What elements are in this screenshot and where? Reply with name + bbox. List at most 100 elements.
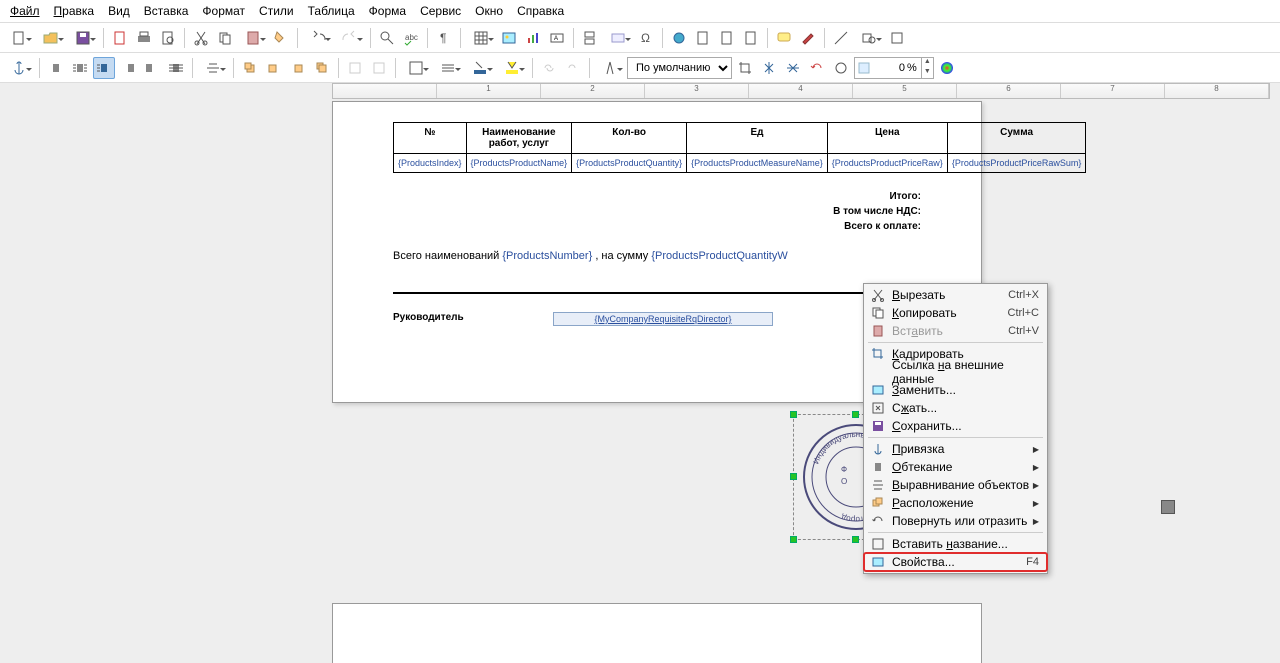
print-button[interactable]: [133, 27, 155, 49]
area-fill-button[interactable]: [497, 57, 527, 79]
context-menu-save[interactable]: Сохранить...: [864, 417, 1047, 435]
context-menu-label: Заменить...: [892, 383, 1039, 397]
wrap-none-button[interactable]: [45, 57, 67, 79]
comment-button[interactable]: [773, 27, 795, 49]
export-pdf-button[interactable]: [109, 27, 131, 49]
next-page[interactable]: [332, 603, 982, 663]
director-field[interactable]: {MyCompanyRequisiteRqDirector}: [553, 312, 773, 326]
foreground-button[interactable]: [344, 57, 366, 79]
field-button[interactable]: [603, 27, 633, 49]
track-changes-button[interactable]: [797, 27, 819, 49]
menu-table[interactable]: Таблица: [308, 4, 355, 18]
wrap-optimal-button[interactable]: [93, 57, 115, 79]
context-menu-replace[interactable]: Заменить...: [864, 381, 1047, 399]
transparency-spinner[interactable]: % ▲▼: [854, 57, 934, 79]
menu-view[interactable]: Вид: [108, 4, 130, 18]
submenu-arrow-icon: ▶: [1033, 481, 1039, 490]
context-menu-compress[interactable]: Сжать...: [864, 399, 1047, 417]
insert-table-button[interactable]: [466, 27, 496, 49]
backward-button[interactable]: [287, 57, 309, 79]
context-menu-wrap[interactable]: Обтекание▶: [864, 458, 1047, 476]
paste-button[interactable]: [238, 27, 268, 49]
redo-button[interactable]: [335, 27, 365, 49]
link-frames-button[interactable]: [538, 57, 560, 79]
bookmark-button[interactable]: [716, 27, 738, 49]
insert-image-button[interactable]: [498, 27, 520, 49]
col-qty: Кол-во: [572, 123, 687, 154]
flip-h-button[interactable]: [782, 57, 804, 79]
menu-format[interactable]: Формат: [202, 4, 245, 18]
context-menu-arrange[interactable]: Расположение▶: [864, 494, 1047, 512]
cut-button[interactable]: [190, 27, 212, 49]
context-menu-rotate[interactable]: Повернуть или отразить▶: [864, 512, 1047, 530]
cross-ref-button[interactable]: [740, 27, 762, 49]
format-paint-button[interactable]: [270, 27, 292, 49]
copy-button[interactable]: [214, 27, 236, 49]
transparency-input[interactable]: [873, 62, 907, 74]
flip-v-button[interactable]: [758, 57, 780, 79]
rotate-90-button[interactable]: [806, 57, 828, 79]
context-menu-caption[interactable]: Вставить название...: [864, 535, 1047, 553]
graphics-mode-select[interactable]: По умолчанию: [627, 57, 732, 79]
grand-label: Всего к оплате:: [393, 221, 921, 232]
rotate-button[interactable]: [830, 57, 852, 79]
align-objects-button[interactable]: [198, 57, 228, 79]
color-button[interactable]: [936, 57, 958, 79]
anchor-handle[interactable]: [1161, 500, 1175, 514]
draw-button[interactable]: [886, 27, 908, 49]
open-button[interactable]: [36, 27, 66, 49]
page-break-button[interactable]: [579, 27, 601, 49]
hyperlink-button[interactable]: [668, 27, 690, 49]
footnote-button[interactable]: [692, 27, 714, 49]
context-menu-copy[interactable]: КопироватьCtrl+C: [864, 304, 1047, 322]
print-preview-button[interactable]: [157, 27, 179, 49]
wrap-through-button[interactable]: [165, 57, 187, 79]
insert-chart-button[interactable]: [522, 27, 544, 49]
standard-toolbar: abc ¶ A Ω: [0, 23, 1280, 53]
menu-window[interactable]: Окно: [475, 4, 503, 18]
context-menu-anchor[interactable]: Привязка▶: [864, 440, 1047, 458]
save-icon: [870, 418, 886, 434]
border-style-button[interactable]: [433, 57, 463, 79]
wrap-after-button[interactable]: [141, 57, 163, 79]
svg-text:Ω: Ω: [641, 31, 650, 45]
border-button[interactable]: [401, 57, 431, 79]
wrap-before-button[interactable]: [117, 57, 139, 79]
find-button[interactable]: [376, 27, 398, 49]
crop-button[interactable]: [734, 57, 756, 79]
workspace: 12 345 678 № Наименование работ, услуг К…: [0, 83, 1280, 663]
menu-tools[interactable]: Сервис: [420, 4, 461, 18]
anchor-button[interactable]: [4, 57, 34, 79]
menu-help[interactable]: Справка: [517, 4, 564, 18]
bring-front-button[interactable]: [239, 57, 261, 79]
special-char-button[interactable]: Ω: [635, 27, 657, 49]
copy-icon: [870, 305, 886, 321]
context-menu-item[interactable]: Ссылка на внешние данные: [864, 363, 1047, 381]
unlink-frames-button[interactable]: [562, 57, 584, 79]
border-color-button[interactable]: [465, 57, 495, 79]
spellcheck-button[interactable]: abc: [400, 27, 422, 49]
shapes-button[interactable]: [854, 27, 884, 49]
background-button[interactable]: [368, 57, 390, 79]
menu-styles[interactable]: Стили: [259, 4, 294, 18]
context-menu-align[interactable]: Выравнивание объектов▶: [864, 476, 1047, 494]
save-button[interactable]: [68, 27, 98, 49]
new-doc-button[interactable]: [4, 27, 34, 49]
horizontal-ruler[interactable]: 12 345 678: [332, 83, 1270, 99]
menu-insert[interactable]: Вставка: [144, 4, 189, 18]
undo-button[interactable]: [303, 27, 333, 49]
wrap-parallel-button[interactable]: [69, 57, 91, 79]
context-menu[interactable]: ВырезатьCtrl+XКопироватьCtrl+CВставитьCt…: [863, 283, 1048, 574]
context-menu-props[interactable]: Свойства...F4: [864, 553, 1047, 571]
filter-button[interactable]: [595, 57, 625, 79]
send-back-button[interactable]: [311, 57, 333, 79]
nonprinting-button[interactable]: ¶: [433, 27, 455, 49]
insert-textbox-button[interactable]: A: [546, 27, 568, 49]
line-button[interactable]: [830, 27, 852, 49]
context-menu-cut[interactable]: ВырезатьCtrl+X: [864, 286, 1047, 304]
menu-edit[interactable]: Правка: [54, 4, 95, 18]
menu-form[interactable]: Форма: [369, 4, 406, 18]
menu-file[interactable]: Файл: [10, 4, 40, 18]
forward-button[interactable]: [263, 57, 285, 79]
col-name: Наименование работ, услуг: [466, 123, 572, 154]
